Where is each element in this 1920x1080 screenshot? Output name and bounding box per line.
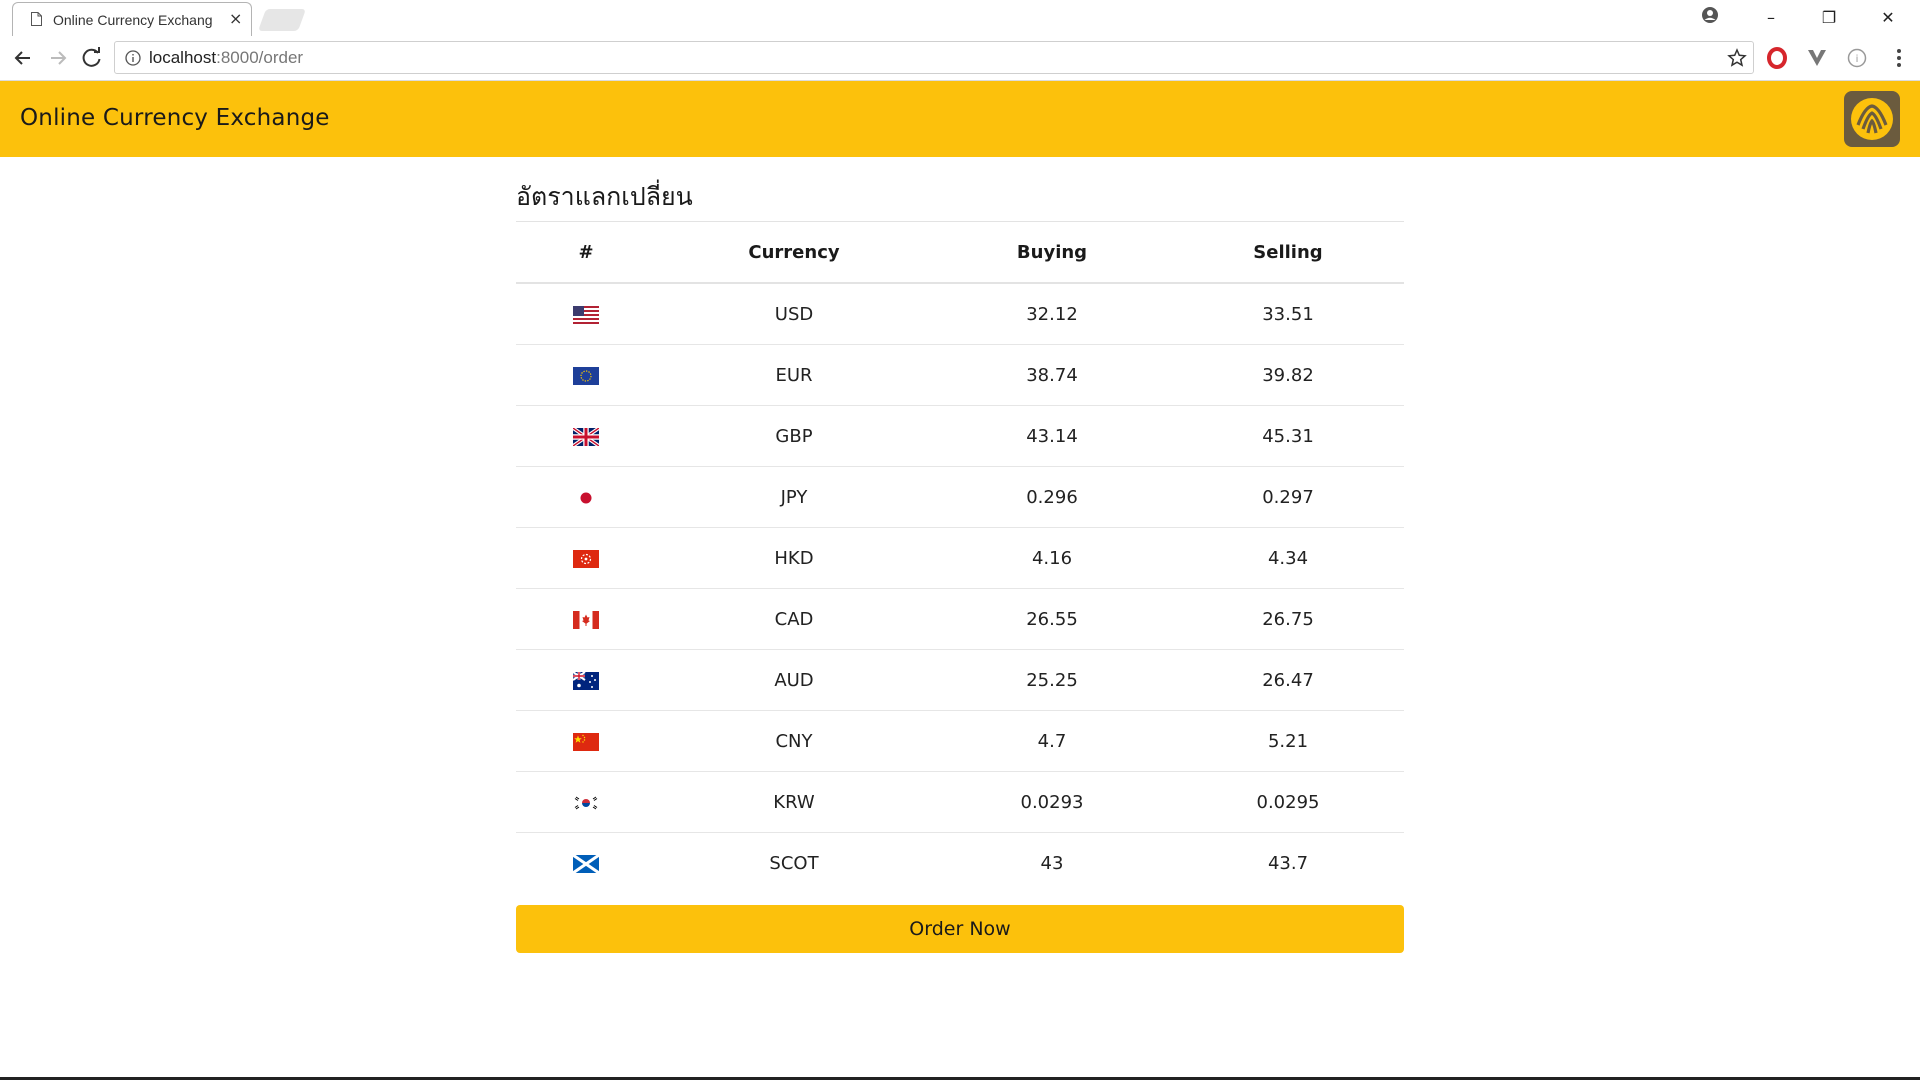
browser-tab[interactable]: Online Currency Exchang ×: [12, 2, 252, 36]
flag-cell: [516, 649, 656, 711]
table-row: SCOT 43 43.7: [516, 833, 1404, 894]
selling-rate: 0.297: [1172, 466, 1404, 528]
buying-rate: 0.296: [932, 466, 1172, 528]
flag-cell: [516, 527, 656, 589]
selling-rate: 0.0295: [1172, 771, 1404, 833]
app-header: Online Currency Exchange: [0, 81, 1920, 157]
eu-flag-icon: [573, 366, 599, 385]
profile-icon[interactable]: [1700, 5, 1720, 25]
currency-code: CAD: [656, 588, 932, 650]
table-row: JPY 0.296 0.297: [516, 466, 1404, 528]
bookmark-star-icon[interactable]: [1727, 48, 1747, 68]
currency-code: CNY: [656, 710, 932, 772]
extension-icon[interactable]: i: [1846, 47, 1868, 69]
currency-code: GBP: [656, 405, 932, 467]
column-header-index: #: [516, 221, 656, 284]
krungsri-bank-logo-icon[interactable]: [1844, 91, 1900, 147]
selling-rate: 26.47: [1172, 649, 1404, 711]
url-path: :8000/order: [216, 48, 304, 67]
tab-close-icon[interactable]: ×: [229, 9, 242, 28]
order-now-button[interactable]: Order Now: [516, 905, 1404, 953]
flag-cell: [516, 466, 656, 528]
url-host: localhost: [149, 48, 217, 67]
currency-code: USD: [656, 283, 932, 345]
hk-flag-icon: [573, 549, 599, 568]
forward-arrow-icon[interactable]: [44, 44, 72, 72]
info-icon[interactable]: [125, 50, 141, 66]
currency-code: KRW: [656, 771, 932, 833]
table-row: GBP 43.14 45.31: [516, 405, 1404, 467]
column-header-currency: Currency: [656, 221, 932, 284]
brand-title[interactable]: Online Currency Exchange: [20, 105, 330, 131]
buying-rate: 25.25: [932, 649, 1172, 711]
vpn-extension-icon[interactable]: [1806, 47, 1828, 69]
table-row: AUD 25.25 26.47: [516, 649, 1404, 711]
buying-rate: 0.0293: [932, 771, 1172, 833]
scot-flag-icon: [573, 854, 599, 873]
selling-rate: 45.31: [1172, 405, 1404, 467]
exchange-rate-table: # Currency Buying Selling USD 32.12 33.5…: [516, 221, 1404, 893]
flag-cell: [516, 833, 656, 894]
uk-flag-icon: [573, 427, 599, 446]
currency-code: HKD: [656, 527, 932, 589]
minimize-button[interactable]: –: [1749, 4, 1793, 32]
table-row: EUR 38.74 39.82: [516, 344, 1404, 406]
buying-rate: 26.55: [932, 588, 1172, 650]
table-row: USD 32.12 33.51: [516, 283, 1404, 345]
ca-flag-icon: [573, 610, 599, 629]
selling-rate: 33.51: [1172, 283, 1404, 345]
main-content: อัตราแลกเปลี่ยน # Currency Buying Sellin…: [516, 157, 1404, 953]
kr-flag-icon: [573, 793, 599, 812]
table-row: CNY 4.7 5.21: [516, 710, 1404, 772]
flag-cell: [516, 588, 656, 650]
browser-titlebar: Online Currency Exchang × – ❐ ✕: [0, 0, 1920, 36]
buying-rate: 43: [1040, 852, 1064, 874]
selling-rate: 39.82: [1172, 344, 1404, 406]
browser-toolbar: localhost:8000/order i: [0, 36, 1920, 81]
buying-rate: 32.12: [932, 283, 1172, 345]
currency-code: JPY: [656, 466, 932, 528]
column-header-selling: Selling: [1172, 221, 1404, 284]
flag-cell: [516, 771, 656, 833]
selling-rate: 4.34: [1172, 527, 1404, 589]
bank-logo-mark: [1851, 98, 1893, 140]
cn-flag-icon: [573, 732, 599, 751]
currency-code: EUR: [656, 344, 932, 406]
buying-rate: 43.14: [932, 405, 1172, 467]
flag-cell: [516, 405, 656, 467]
new-tab-button[interactable]: [257, 9, 307, 31]
column-header-buying: Buying: [932, 221, 1172, 284]
buying-rate: 38.74: [932, 344, 1172, 406]
au-flag-icon: [573, 671, 599, 690]
table-row: CAD 26.55 26.75: [516, 588, 1404, 650]
reload-icon[interactable]: [78, 44, 106, 72]
buying-rate: 4.7: [932, 710, 1172, 772]
flag-cell: [516, 710, 656, 772]
table-row: HKD 4.16 4.34: [516, 527, 1404, 589]
menu-kebab-icon[interactable]: [1888, 47, 1910, 69]
jp-flag-icon: [573, 488, 599, 507]
svg-text:i: i: [1856, 54, 1859, 65]
close-window-button[interactable]: ✕: [1866, 4, 1910, 32]
opera-extension-icon[interactable]: [1766, 47, 1788, 69]
url-text: localhost:8000/order: [149, 48, 303, 68]
document-icon: [31, 12, 42, 26]
tab-title: Online Currency Exchang: [53, 12, 213, 28]
flag-cell: [516, 344, 656, 406]
page-title: อัตราแลกเปลี่ยน: [516, 182, 693, 211]
selling-rate: 43.7: [1267, 852, 1309, 874]
table-header-row: # Currency Buying Selling: [516, 221, 1404, 284]
address-bar[interactable]: localhost:8000/order: [114, 41, 1754, 74]
selling-rate: 26.75: [1172, 588, 1404, 650]
selling-rate: 5.21: [1172, 710, 1404, 772]
back-arrow-icon[interactable]: [9, 44, 37, 72]
restore-button[interactable]: ❐: [1807, 4, 1851, 32]
table-row: KRW 0.0293 0.0295: [516, 771, 1404, 833]
buying-rate: 4.16: [932, 527, 1172, 589]
currency-code: AUD: [656, 649, 932, 711]
flag-cell: [516, 283, 656, 345]
us-flag-icon: [573, 305, 599, 324]
currency-code: SCOT: [769, 852, 819, 874]
